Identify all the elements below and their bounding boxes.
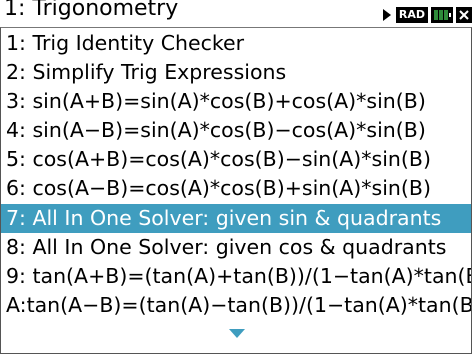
close-icon[interactable] (456, 7, 472, 23)
status-area: RAD (382, 5, 472, 25)
menu-item-solver-given-sin[interactable]: 7: All In One Solver: given sin & quadra… (1, 204, 471, 233)
menu-item-sin-difference[interactable]: 4: sin(A−B)=sin(A)*cos(B)−cos(A)*sin(B) (1, 116, 471, 145)
menu-item-cos-sum[interactable]: 5: cos(A+B)=cos(A)*cos(B)−sin(A)*sin(B) (1, 145, 471, 174)
menu-item-simplify-trig-expressions[interactable]: 2: Simplify Trig Expressions (1, 58, 471, 87)
battery-icon (431, 7, 453, 23)
menu-item-solver-given-cos[interactable]: 8: All In One Solver: given cos & quadra… (1, 233, 471, 262)
title-bar: 1: Trigonometry RAD (0, 0, 474, 27)
chevron-down-icon[interactable] (229, 329, 245, 338)
menu-item-trig-identity-checker[interactable]: 1: Trig Identity Checker (1, 29, 471, 58)
page-title: 1: Trigonometry (4, 0, 179, 21)
angle-mode-badge: RAD (395, 7, 428, 23)
menu-item-sin-sum[interactable]: 3: sin(A+B)=sin(A)*cos(B)+cos(A)*sin(B) (1, 87, 471, 116)
menu-item-tan-sum[interactable]: 9: tan(A+B)=(tan(A)+tan(B))/(1−tan(A)*ta… (1, 262, 471, 291)
menu-item-cos-difference[interactable]: 6: cos(A−B)=cos(A)*cos(B)+sin(A)*sin(B) (1, 174, 471, 203)
play-icon[interactable] (382, 9, 391, 21)
trigonometry-menu: 1: Trig Identity Checker 2: Simplify Tri… (0, 27, 472, 354)
menu-item-tan-difference[interactable]: A:tan(A−B)=(tan(A)−tan(B))/(1−tan(A)*tan… (1, 291, 471, 320)
